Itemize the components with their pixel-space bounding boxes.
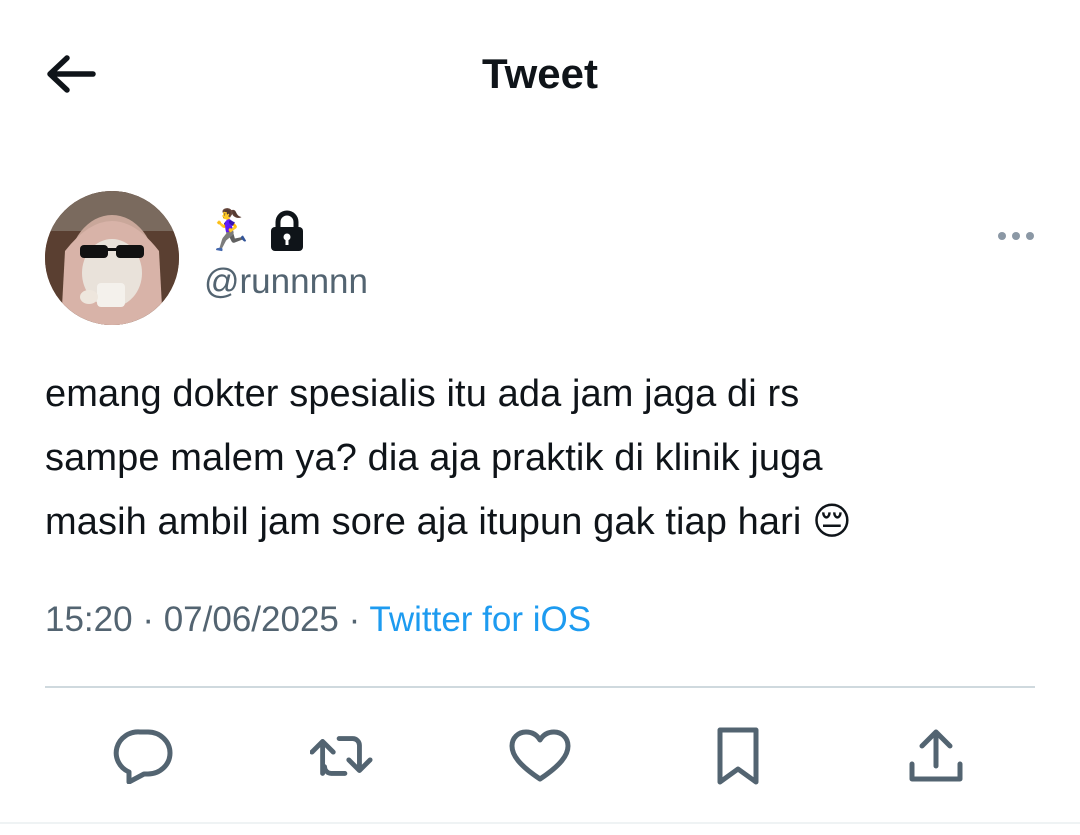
author-handle[interactable]: @runnnnn — [204, 262, 368, 302]
more-dots-icon — [998, 232, 1034, 240]
heart-icon — [509, 729, 571, 782]
bottom-divider — [0, 822, 1080, 824]
divider — [45, 686, 1035, 688]
tweet-source-link[interactable]: Twitter for iOS — [369, 600, 591, 639]
meta-separator: · — [142, 600, 154, 639]
retweet-button[interactable] — [310, 724, 374, 788]
tweet-time[interactable]: 15:20 — [45, 600, 133, 639]
lock-icon — [270, 210, 303, 251]
avatar[interactable] — [45, 191, 179, 325]
bookmark-icon — [717, 727, 759, 785]
tweet-line: emang dokter spesialis itu ada jam jaga … — [45, 373, 800, 415]
more-options-button[interactable] — [992, 220, 1040, 252]
bookmark-button[interactable] — [706, 724, 770, 788]
runner-emoji: 🏃‍♀️ — [204, 209, 254, 253]
tweet-line: masih ambil jam sore aja itupun gak tiap… — [45, 501, 852, 543]
like-button[interactable] — [508, 724, 572, 788]
reply-button[interactable] — [112, 724, 176, 788]
avatar-image — [45, 191, 179, 325]
tweet-date[interactable]: 07/06/2025 — [164, 600, 339, 639]
share-icon — [909, 729, 963, 782]
reply-icon — [113, 729, 173, 784]
tweet-text: emang dokter spesialis itu ada jam jaga … — [45, 362, 1035, 554]
meta-separator: · — [348, 600, 361, 639]
author-name-row[interactable]: 🏃‍♀️ — [204, 206, 306, 256]
share-button[interactable] — [904, 724, 968, 788]
tweet-line: sampe malem ya? dia aja praktik di klini… — [45, 437, 823, 479]
page-title: Tweet — [482, 50, 598, 97]
retweet-icon — [310, 736, 373, 776]
tweet-metadata: 15:20 · 07/06/2025 · Twitter for iOS — [45, 600, 591, 640]
top-bar: Tweet — [0, 0, 1080, 150]
